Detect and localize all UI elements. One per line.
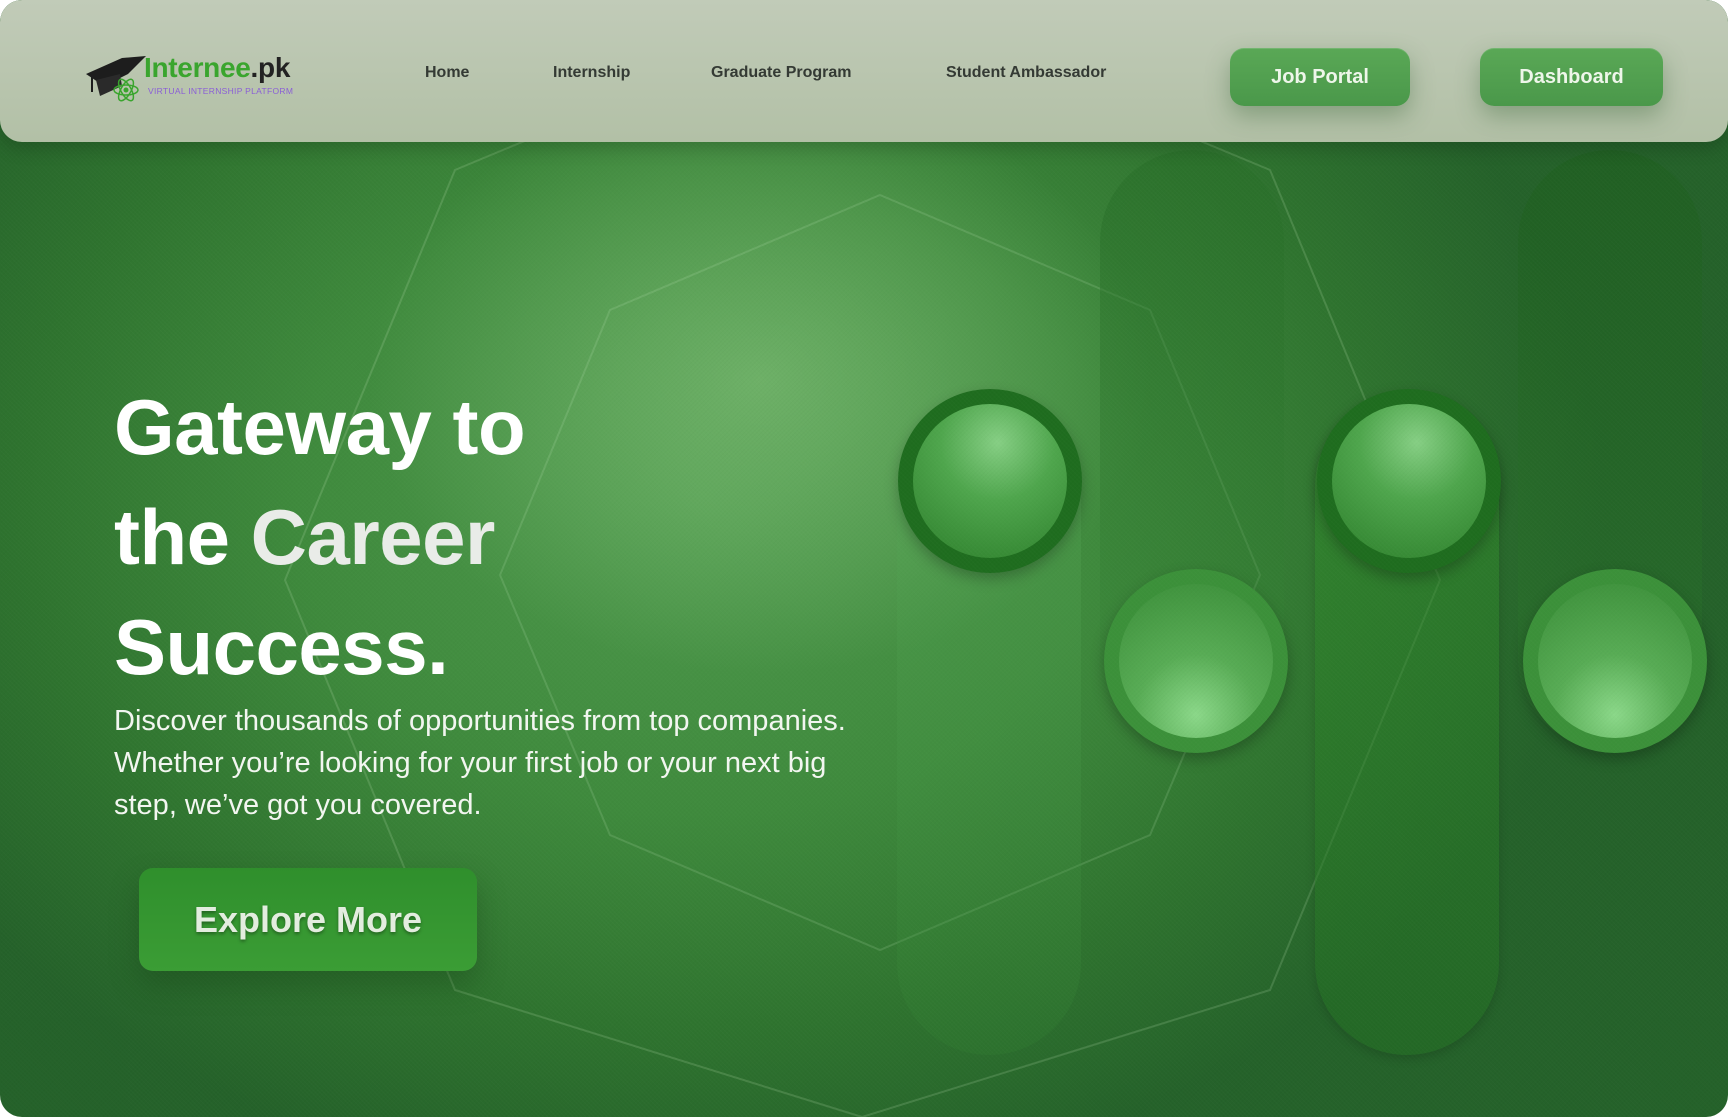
brand-logo[interactable]: Internee.pk VIRTUAL INTERNSHIP PLATFORM	[86, 50, 306, 104]
hero-title-line-2: the Career	[114, 493, 496, 581]
landing-page: Internee.pk VIRTUAL INTERNSHIP PLATFORM …	[0, 0, 1728, 1117]
nav-link-home[interactable]: Home	[425, 64, 469, 82]
toggle-knob	[1523, 569, 1707, 753]
toggle-knob	[898, 389, 1082, 573]
graduation-cap-atom-icon	[86, 56, 146, 102]
nav-link-graduate-program[interactable]: Graduate Program	[711, 64, 851, 82]
dashboard-button[interactable]: Dashboard	[1480, 48, 1663, 106]
nav-link-student-ambassador[interactable]: Student Ambassador	[946, 64, 1106, 82]
hero-title-accent: Career	[250, 493, 496, 581]
hero-title-line-3: Success.	[114, 603, 449, 691]
top-navbar: Internee.pk VIRTUAL INTERNSHIP PLATFORM …	[0, 0, 1728, 142]
brand-tagline: VIRTUAL INTERNSHIP PLATFORM	[148, 86, 294, 96]
toggle-knob	[1317, 389, 1501, 573]
brand-name: Internee.pk	[144, 52, 291, 83]
toggle-knob	[1104, 569, 1288, 753]
explore-more-button[interactable]: Explore More	[139, 868, 477, 971]
hero-title-line-1: Gateway to	[114, 383, 526, 471]
job-portal-button[interactable]: Job Portal	[1230, 48, 1410, 106]
nav-link-internship[interactable]: Internship	[553, 64, 630, 82]
hero-title: Gateway to the Career Success.	[114, 372, 526, 702]
hero-subtitle: Discover thousands of opportunities from…	[114, 705, 846, 821]
